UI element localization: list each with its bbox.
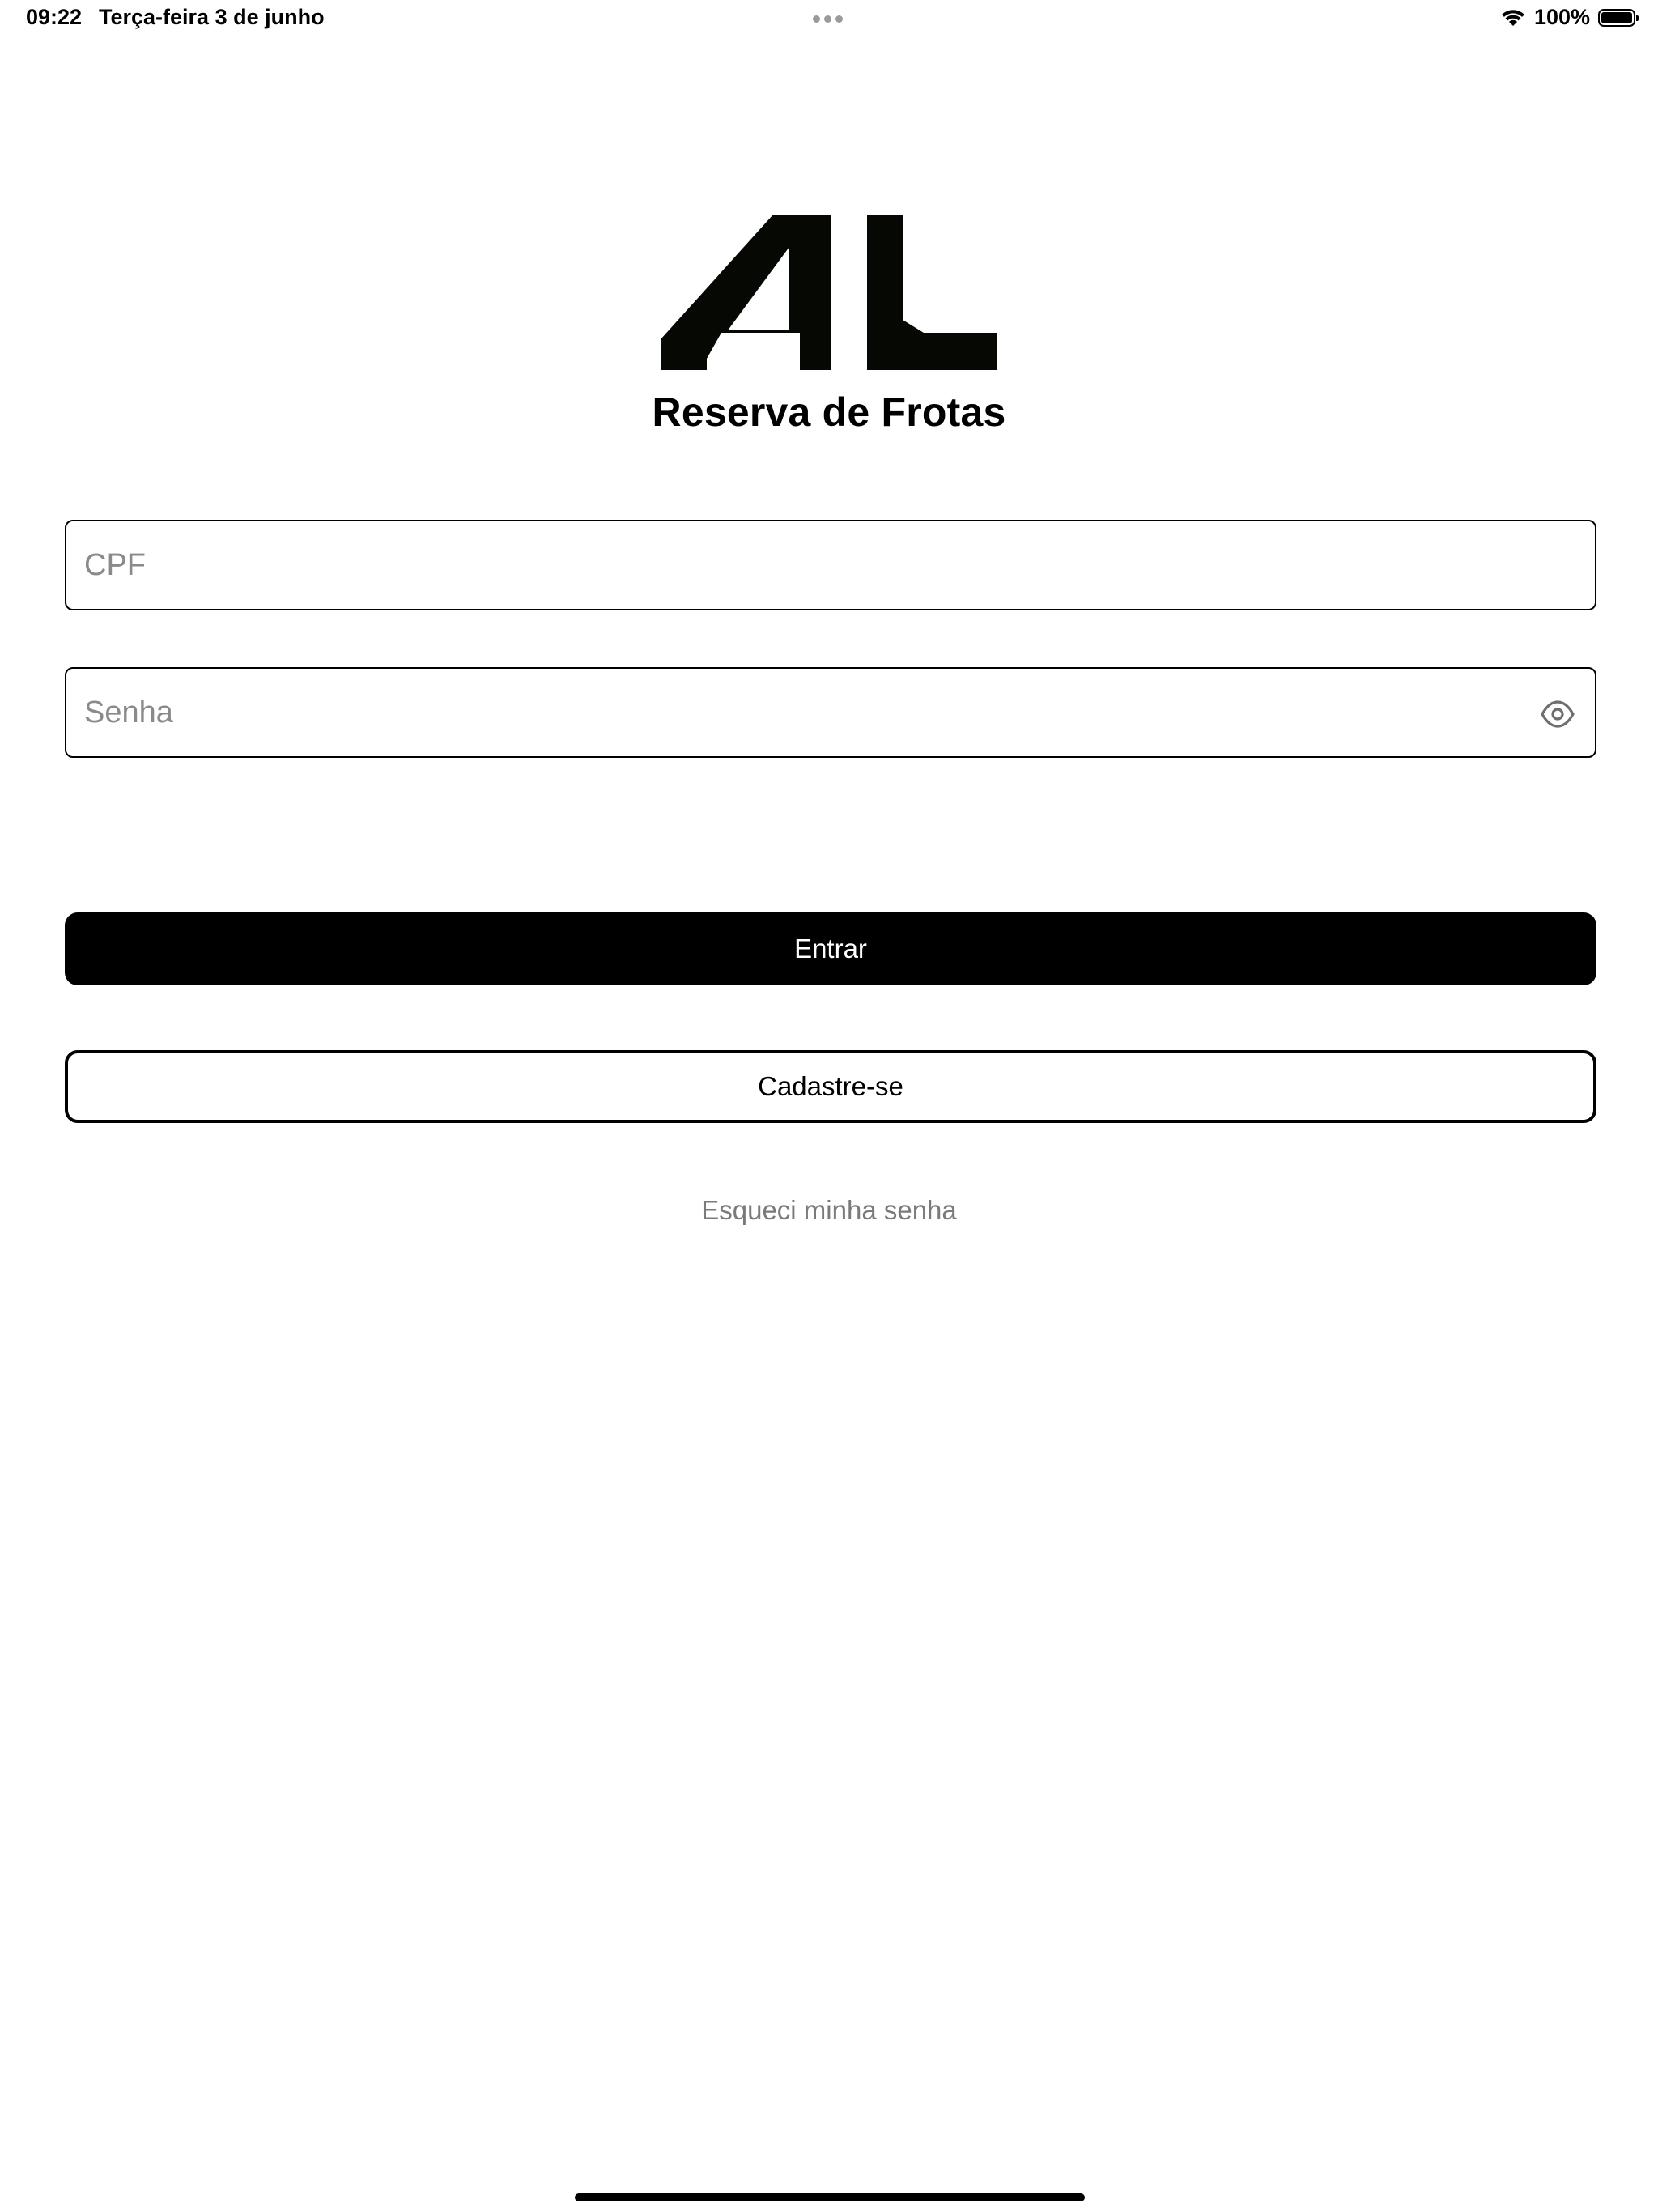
login-button-label: Entrar <box>794 934 867 963</box>
login-button[interactable]: Entrar <box>65 912 1596 985</box>
brand-logo <box>661 215 997 370</box>
home-indicator[interactable] <box>575 2193 1085 2201</box>
more-dots-icon[interactable] <box>813 15 843 23</box>
cpf-input[interactable] <box>66 521 1595 609</box>
status-bar: 09:22 Terça-feira 3 de junho 100% <box>0 0 1658 40</box>
register-button-label: Cadastre-se <box>758 1071 903 1101</box>
eye-icon[interactable] <box>1538 695 1577 734</box>
battery-percentage: 100% <box>1533 5 1590 29</box>
forgot-password-link[interactable]: Esqueci minha senha <box>0 1195 1658 1226</box>
password-field[interactable] <box>65 667 1596 758</box>
status-date: Terça-feira 3 de junho <box>99 5 325 29</box>
register-button[interactable]: Cadastre-se <box>65 1050 1596 1123</box>
cpf-field[interactable] <box>65 520 1596 610</box>
login-screen: 09:22 Terça-feira 3 de junho 100% Reserv… <box>0 0 1658 2212</box>
password-input[interactable] <box>66 669 1595 756</box>
app-title: Reserva de Frotas <box>652 389 1006 435</box>
status-indicators: 100% <box>1500 5 1639 30</box>
wifi-icon <box>1500 8 1526 28</box>
battery-icon <box>1598 8 1639 27</box>
status-time: 09:22 <box>26 5 83 29</box>
